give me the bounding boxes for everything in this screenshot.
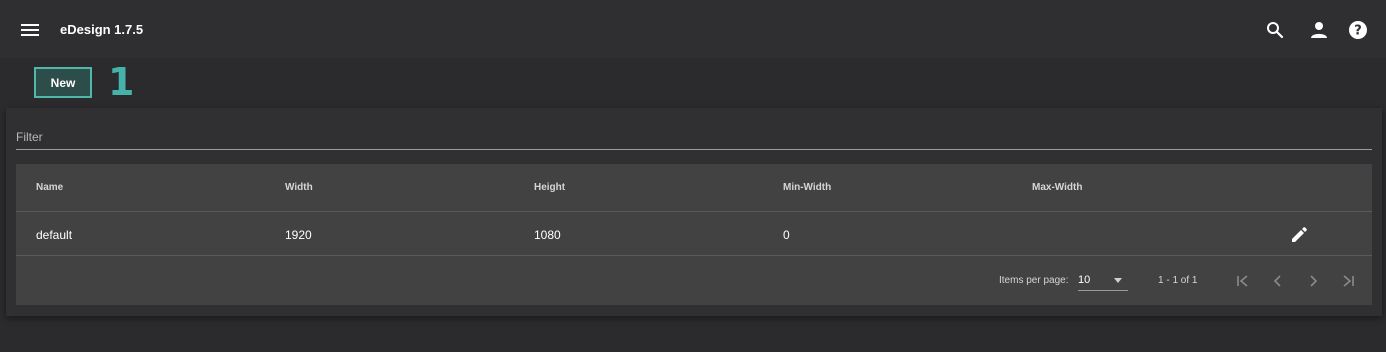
cell-name: default bbox=[36, 228, 73, 242]
step-number-annotation: 1 bbox=[108, 60, 135, 104]
search-icon[interactable] bbox=[1263, 18, 1287, 42]
table-header-row: Name Width Height Min-Width Max-Width bbox=[16, 164, 1372, 212]
page-range-label: 1 - 1 of 1 bbox=[1158, 275, 1198, 286]
top-toolbar: eDesign 1.7.5 ? bbox=[0, 0, 1386, 58]
filter-field[interactable] bbox=[16, 120, 1372, 150]
layouts-card: Name Width Height Min-Width Max-Width de… bbox=[6, 108, 1382, 316]
items-per-page-select[interactable]: 10 bbox=[1078, 271, 1128, 291]
cell-min-width: 0 bbox=[783, 228, 790, 242]
dropdown-arrow-icon bbox=[1114, 278, 1122, 283]
first-page-icon[interactable] bbox=[1231, 269, 1255, 293]
column-header-min-width[interactable]: Min-Width bbox=[783, 182, 831, 193]
next-page-icon[interactable] bbox=[1301, 269, 1325, 293]
column-header-height[interactable]: Height bbox=[534, 182, 565, 193]
app-title: eDesign 1.7.5 bbox=[60, 22, 144, 37]
column-header-name[interactable]: Name bbox=[36, 182, 63, 193]
column-header-width[interactable]: Width bbox=[285, 182, 313, 193]
layouts-table: Name Width Height Min-Width Max-Width de… bbox=[16, 164, 1372, 305]
items-per-page-label: Items per page: bbox=[999, 275, 1069, 286]
column-header-max-width[interactable]: Max-Width bbox=[1032, 182, 1082, 193]
edit-pencil-icon[interactable] bbox=[1288, 224, 1310, 246]
paginator: Items per page: 10 1 - 1 of 1 bbox=[16, 257, 1372, 305]
table-row[interactable]: default 1920 1080 0 bbox=[16, 213, 1372, 256]
menu-icon[interactable] bbox=[18, 20, 42, 40]
new-button[interactable]: New bbox=[34, 67, 92, 98]
svg-text:?: ? bbox=[1354, 24, 1362, 39]
items-per-page-value: 10 bbox=[1078, 274, 1091, 286]
help-icon[interactable]: ? bbox=[1346, 18, 1370, 42]
cell-height: 1080 bbox=[534, 228, 561, 242]
previous-page-icon[interactable] bbox=[1266, 269, 1290, 293]
last-page-icon[interactable] bbox=[1336, 269, 1360, 293]
person-icon[interactable] bbox=[1307, 18, 1331, 42]
cell-width: 1920 bbox=[285, 228, 312, 242]
filter-input[interactable] bbox=[16, 120, 1372, 148]
